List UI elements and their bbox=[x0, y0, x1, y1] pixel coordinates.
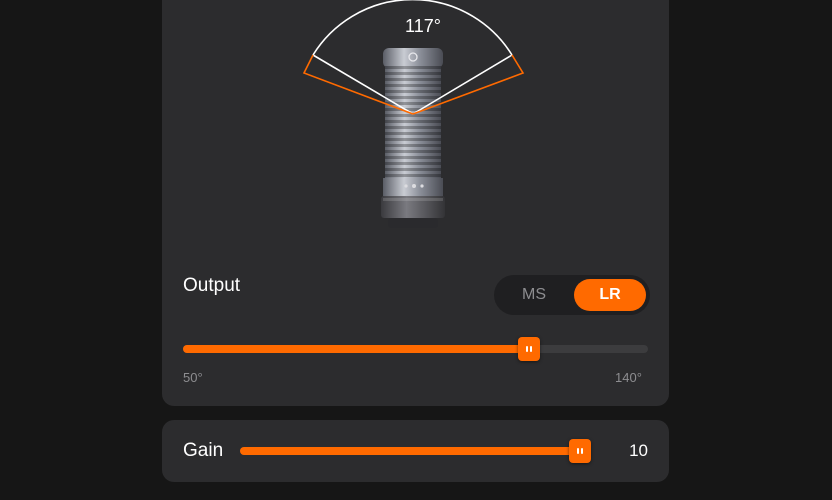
gain-slider-fill bbox=[240, 447, 580, 455]
output-mode-lr-option[interactable]: LR bbox=[574, 279, 646, 311]
pickup-angle-slider-thumb[interactable] bbox=[518, 337, 540, 361]
pickup-angle-slider-fill bbox=[183, 345, 529, 353]
output-label: Output bbox=[183, 275, 241, 296]
pickup-angle-readout: 117° bbox=[405, 16, 441, 36]
gain-card: Gain 10 bbox=[162, 420, 669, 482]
angle-max-label: 140° bbox=[615, 370, 642, 385]
gain-label: Gain bbox=[183, 440, 224, 461]
mic-cap bbox=[383, 48, 443, 68]
output-mode-ms-option[interactable]: MS bbox=[498, 279, 570, 311]
angle-min-label: 50° bbox=[183, 370, 203, 385]
gain-slider-thumb[interactable] bbox=[569, 439, 591, 463]
output-mode-toggle: MS LR bbox=[494, 275, 650, 315]
gain-value: 10 bbox=[629, 441, 648, 460]
gain-slider[interactable] bbox=[240, 439, 591, 463]
pickup-angle-slider[interactable] bbox=[183, 337, 648, 361]
stereo-settings-screen: 117° Output MS LR 50° 140° Gain 10 bbox=[0, 0, 832, 500]
stereo-pattern-card: 117° Output MS LR 50° 140° bbox=[162, 0, 669, 406]
